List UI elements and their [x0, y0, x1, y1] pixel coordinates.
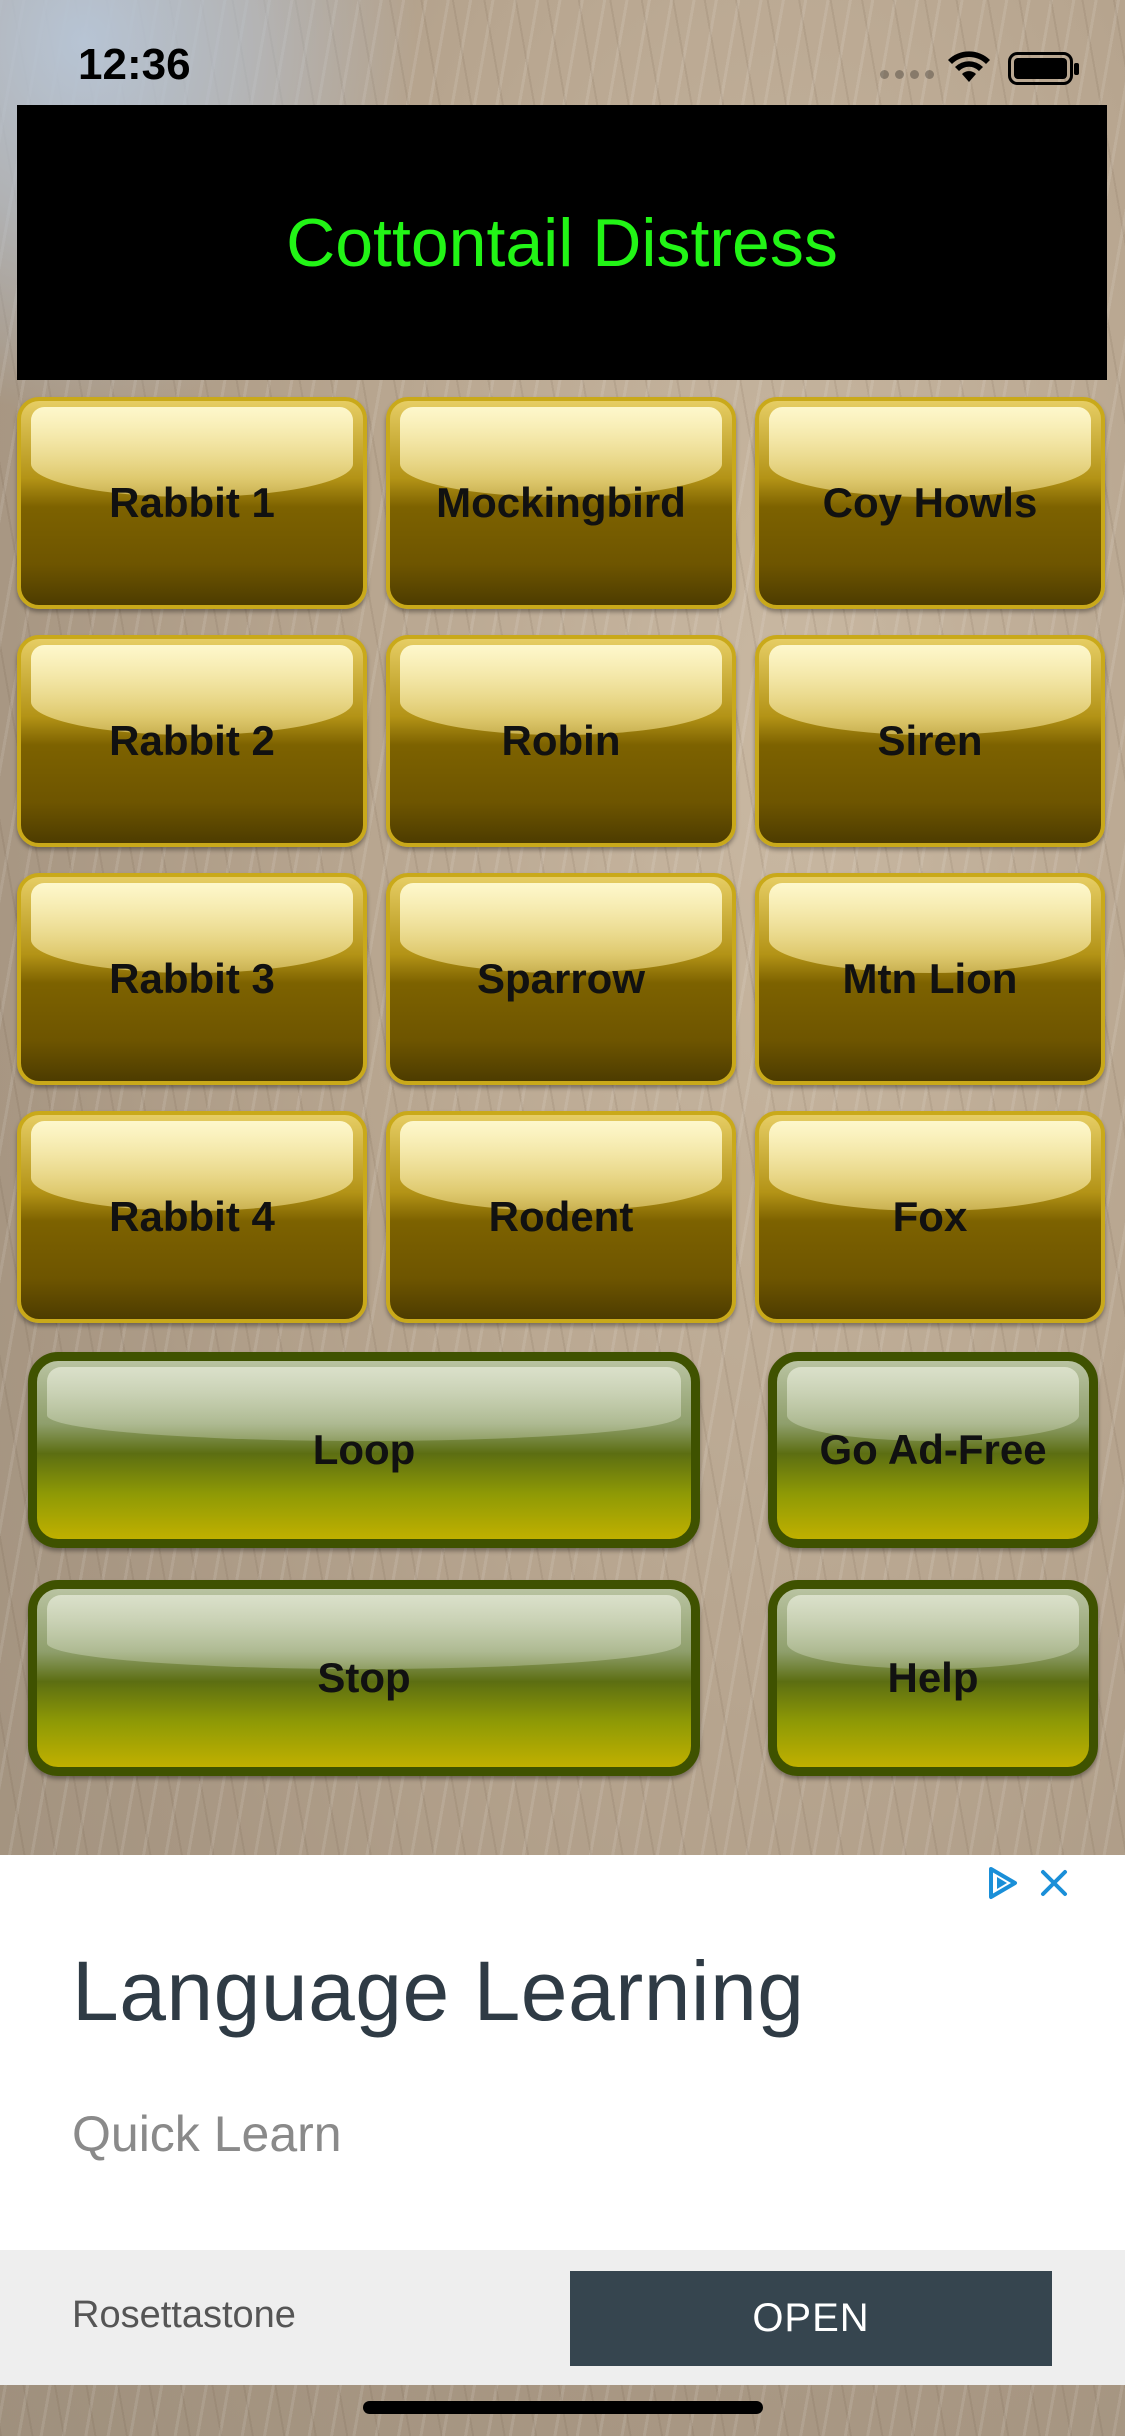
ad-advertiser: Rosettastone [72, 2294, 296, 2336]
wifi-icon [948, 51, 990, 82]
sound-button-mtn-lion[interactable]: Mtn Lion [755, 873, 1105, 1085]
cellular-signal-icon [880, 70, 934, 79]
status-time: 12:36 [78, 40, 191, 89]
sound-button-rabbit-1[interactable]: Rabbit 1 [17, 397, 367, 609]
app-title: Cottontail Distress [286, 204, 838, 281]
button-label: Fox [892, 1193, 968, 1240]
ad-banner[interactable]: Language Learning Quick Learn Rosettasto… [0, 1855, 1125, 2385]
button-label: Sparrow [476, 955, 646, 1002]
button-label: Rabbit 4 [109, 1193, 275, 1240]
sound-button-sparrow[interactable]: Sparrow [386, 873, 736, 1085]
sound-button-rabbit-4[interactable]: Rabbit 4 [17, 1111, 367, 1323]
sound-button-rabbit-2[interactable]: Rabbit 2 [17, 635, 367, 847]
button-label: Rodent [488, 1193, 634, 1240]
button-label: Rabbit 3 [109, 955, 275, 1002]
loop-button[interactable]: Loop [28, 1352, 700, 1548]
home-indicator[interactable] [363, 2401, 763, 2414]
sound-button-mockingbird[interactable]: Mockingbird [386, 397, 736, 609]
ad-subtitle: Quick Learn [72, 2106, 342, 2162]
ad-headline[interactable]: Language Learning [72, 1943, 805, 2040]
button-label: Robin [501, 717, 621, 764]
button-label: Rabbit 2 [109, 717, 275, 764]
go-ad-free-button[interactable]: Go Ad-Free [768, 1352, 1098, 1548]
adchoices-icon[interactable] [985, 1865, 1021, 1901]
stop-button[interactable]: Stop [28, 1580, 700, 1776]
button-label: Mtn Lion [842, 955, 1018, 1002]
sound-button-siren[interactable]: Siren [755, 635, 1105, 847]
help-button[interactable]: Help [768, 1580, 1098, 1776]
ad-footer: Rosettastone OPEN [0, 2250, 1125, 2385]
sound-button-coy-howls[interactable]: Coy Howls [755, 397, 1105, 609]
button-label: Stop [317, 1654, 411, 1701]
sound-button-rabbit-3[interactable]: Rabbit 3 [17, 873, 367, 1085]
status-bar: 12:36 [0, 0, 1125, 105]
button-label: Siren [877, 717, 983, 764]
close-icon[interactable] [1039, 1868, 1069, 1898]
battery-icon [1008, 52, 1079, 85]
ad-controls [985, 1865, 1069, 1901]
button-label: Coy Howls [822, 479, 1038, 526]
sound-button-rodent[interactable]: Rodent [386, 1111, 736, 1323]
sound-button-robin[interactable]: Robin [386, 635, 736, 847]
title-banner: Cottontail Distress [17, 105, 1107, 380]
button-label: Mockingbird [436, 479, 686, 526]
button-label: Loop [312, 1426, 416, 1473]
button-label: Rabbit 1 [109, 479, 275, 526]
sound-button-fox[interactable]: Fox [755, 1111, 1105, 1323]
button-label: Help [887, 1654, 979, 1701]
ad-open-button[interactable]: OPEN [570, 2271, 1052, 2366]
button-label: Go Ad-Free [819, 1426, 1047, 1473]
